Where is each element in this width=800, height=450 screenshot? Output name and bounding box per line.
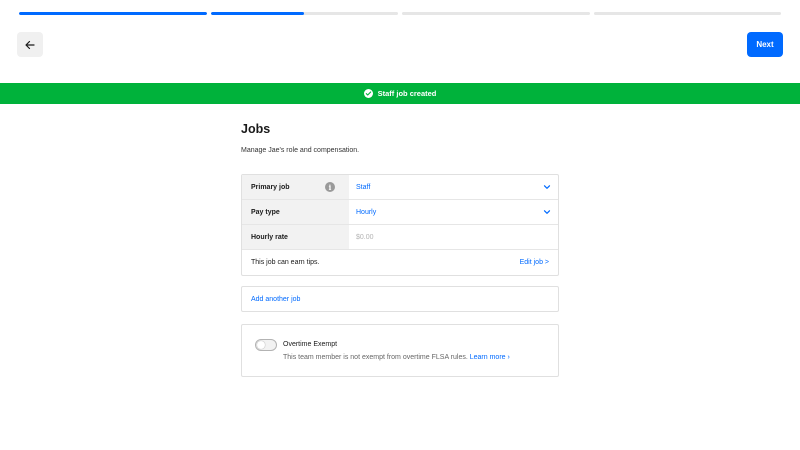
hourly-rate-row: Hourly rate $0.00 [242,225,558,250]
toggle-knob [257,341,265,349]
pay-type-select[interactable]: Hourly [349,200,558,224]
info-icon[interactable]: i [325,182,335,192]
progress-step-3 [402,12,590,15]
success-banner: Staff job created [0,83,800,104]
banner-message: Staff job created [377,89,437,98]
back-button[interactable] [17,32,43,57]
pay-type-value: Hourly [356,208,377,216]
progress-step-2 [210,12,398,15]
next-button[interactable]: Next [747,32,783,57]
overtime-title: Overtime Exempt [283,341,338,348]
chevron-down-icon [543,185,551,189]
learn-more-link[interactable]: Learn more › [470,354,510,361]
pay-type-label: Pay type [242,200,349,224]
progress-fill-1 [19,12,207,15]
edit-job-link[interactable]: Edit job > [520,259,549,266]
progress-fill-2 [210,12,305,15]
tips-text: This job can earn tips. [251,259,320,266]
chevron-down-icon [543,210,551,214]
overtime-description-line: This team member is not exempt from over… [283,354,510,361]
progress-step-4 [593,12,781,15]
arrow-left-icon [25,40,35,49]
page-subtitle: Manage Jae's role and compensation. [241,147,360,154]
primary-job-label: Primary job i [242,175,349,199]
pay-type-row: Pay type Hourly [242,200,558,225]
hourly-rate-label: Hourly rate [242,225,349,249]
page-title: Jobs [241,122,271,136]
tips-row: This job can earn tips. Edit job > [242,250,558,275]
primary-job-value: Staff [356,183,371,191]
overtime-card: Overtime Exempt This team member is not … [241,324,559,377]
check-circle-icon [363,89,373,98]
jobs-section: Jobs Manage Jae's role and compensation.… [241,122,559,377]
progress-step-1 [19,12,207,15]
overtime-description: This team member is not exempt from over… [283,354,468,361]
add-another-job-button[interactable]: Add another job [241,286,559,312]
progress-steps [19,12,781,15]
overtime-exempt-toggle[interactable] [255,339,277,351]
hourly-rate-input[interactable]: $0.00 [349,225,558,249]
primary-job-label-text: Primary job [251,183,290,191]
jobs-card: Primary job i Staff Pay type Hourly Hour… [241,174,559,276]
primary-job-row: Primary job i Staff [242,175,558,200]
primary-job-select[interactable]: Staff [349,175,558,199]
